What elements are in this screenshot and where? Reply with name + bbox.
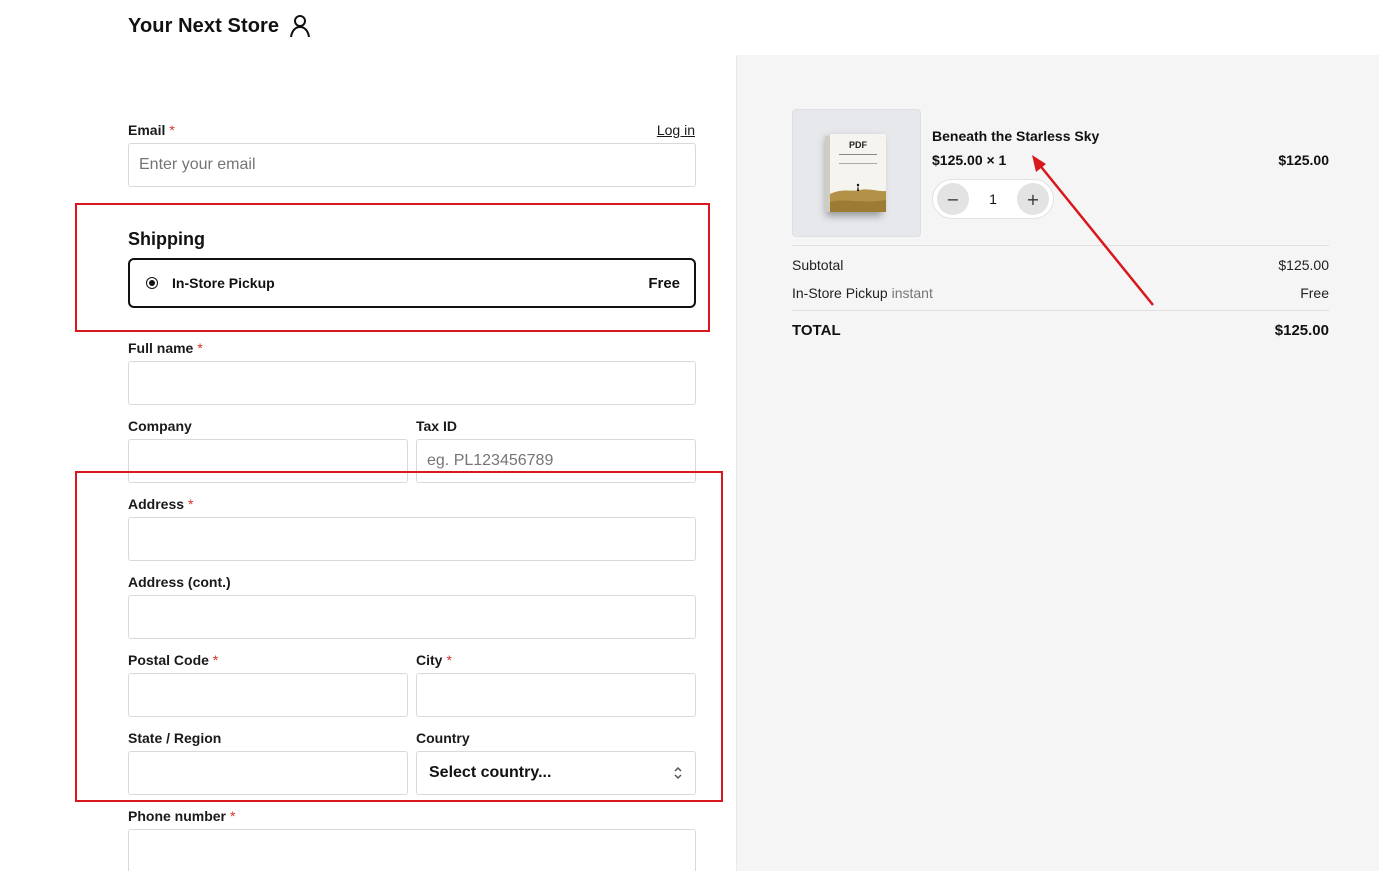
postal-code-input[interactable] — [128, 673, 408, 717]
product-thumbnail[interactable]: PDF — [792, 109, 921, 237]
address-label: Address * — [128, 496, 194, 512]
plus-icon[interactable]: + — [1016, 183, 1049, 215]
email-input[interactable] — [128, 143, 696, 187]
phone-label: Phone number * — [128, 808, 236, 824]
subtotal-label: Subtotal — [792, 257, 844, 273]
product-line-total: $125.00 — [1278, 152, 1329, 168]
chevron-up-down-icon — [673, 765, 683, 781]
city-input[interactable] — [416, 673, 696, 717]
shipping-option-price: Free — [648, 274, 680, 292]
state-label: State / Region — [128, 730, 222, 746]
store-header: Your Next Store — [128, 14, 311, 38]
country-select[interactable]: Select country... — [416, 751, 696, 795]
shipping-option-in-store-pickup[interactable]: In-Store Pickup Free — [128, 258, 696, 308]
total-value: $125.00 — [1274, 322, 1329, 339]
checkout-page: Your Next Store Email* Log in Shipping I… — [0, 0, 1379, 871]
radio-selected-icon[interactable] — [146, 277, 158, 289]
company-input[interactable] — [128, 439, 408, 483]
user-icon[interactable] — [289, 14, 311, 38]
book-cover-art — [830, 183, 886, 212]
full-name-input[interactable] — [128, 361, 696, 405]
company-label: Company — [128, 418, 192, 434]
login-link[interactable]: Log in — [657, 122, 695, 138]
shipping-option-label: In-Store Pickup — [172, 275, 275, 291]
total-label: TOTAL — [792, 322, 841, 339]
postal-code-label: Postal Code * — [128, 652, 219, 668]
address-input[interactable] — [128, 517, 696, 561]
country-select-value: Select country... — [429, 764, 552, 781]
email-label: Email * — [128, 122, 175, 138]
book-cover-label: PDF — [849, 140, 867, 150]
summary-divider — [792, 310, 1329, 311]
phone-input[interactable] — [128, 829, 696, 871]
full-name-label: Full name * — [128, 340, 203, 356]
product-name[interactable]: Beneath the Starless Sky — [932, 128, 1099, 144]
shipping-title: Shipping — [128, 229, 205, 249]
shipping-summary-value: Free — [1300, 285, 1329, 301]
quantity-stepper[interactable]: − 1 + — [932, 179, 1054, 219]
state-input[interactable] — [128, 751, 408, 795]
store-name[interactable]: Your Next Store — [128, 15, 279, 38]
shipping-summary-label: In-Store Pickup instant — [792, 285, 933, 301]
tax-id-input[interactable] — [416, 439, 696, 483]
address-cont-label: Address (cont.) — [128, 574, 231, 590]
city-label: City * — [416, 652, 452, 668]
subtotal-value: $125.00 — [1278, 257, 1329, 273]
shipping-summary-note: instant — [891, 285, 933, 301]
country-label: Country — [416, 730, 470, 746]
minus-icon[interactable]: − — [937, 183, 969, 215]
tax-id-label: Tax ID — [416, 418, 457, 434]
book-cover-image: PDF — [825, 134, 886, 212]
product-price-qty: $125.00 × 1 — [932, 152, 1007, 168]
address-cont-input[interactable] — [128, 595, 696, 639]
quantity-value: 1 — [989, 191, 997, 207]
summary-divider — [792, 245, 1329, 246]
